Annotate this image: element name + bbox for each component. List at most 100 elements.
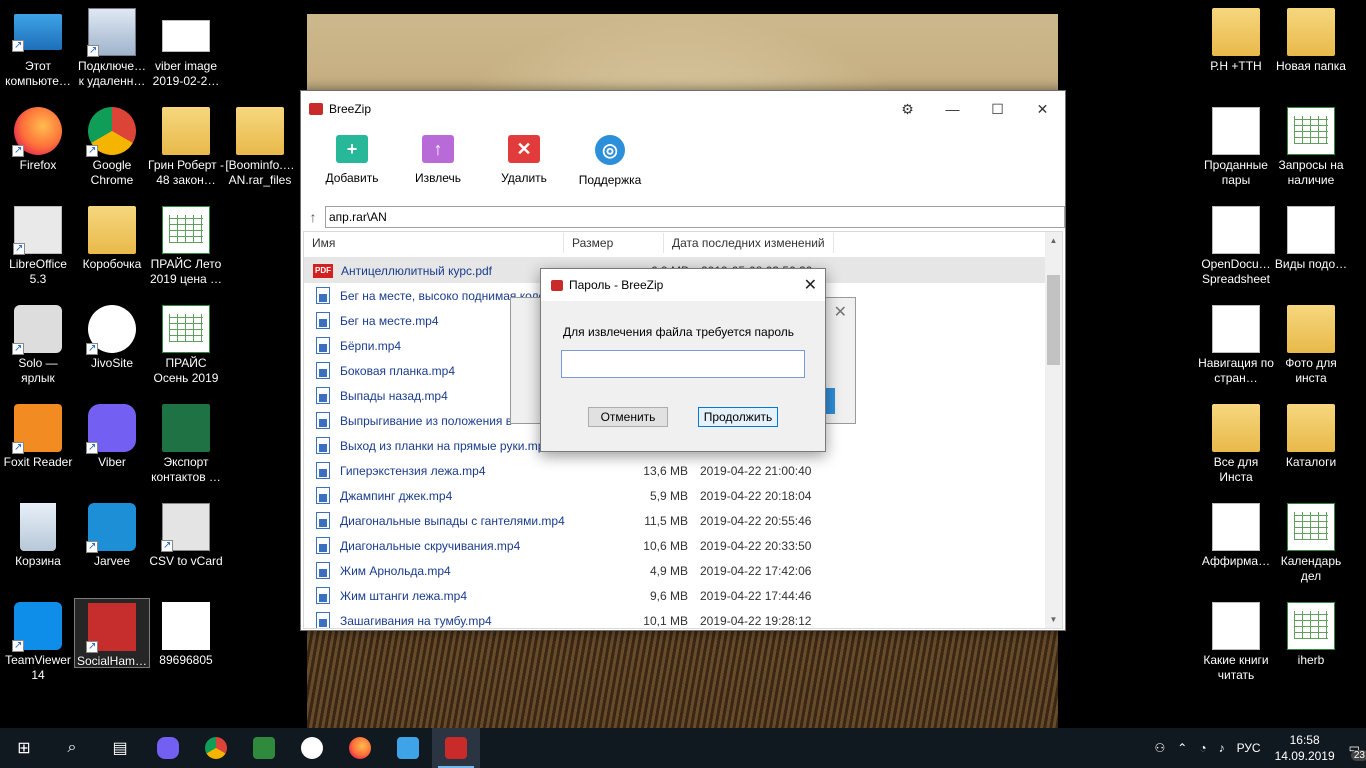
desktop-icon-opendocument[interactable]: OpenDocu… Spreadsheet [1198,206,1274,287]
notifications-icon[interactable]: ▭ 23 [1343,741,1366,761]
password-dialog-titlebar[interactable]: Пароль - BreeZip [541,269,825,301]
desktop-icon-teamviewer[interactable]: TeamViewer 14 [0,602,76,683]
clock[interactable]: 16:58 14.09.2019 [1267,732,1343,764]
desktop-icon-remote-desktop[interactable]: Подключе… к удаленн… [74,8,150,89]
file-row[interactable]: Жим штанги лежа.mp4 9,6 MB 2019-04-22 17:4… [304,583,1062,608]
taskbar-firefox[interactable] [336,728,384,768]
file-row[interactable]: Джампинг джек.mp4 5,9 MB 2019-04-22 20:18:… [304,483,1062,508]
desktop-icon-sold-pairs[interactable]: Проданные пары [1198,107,1274,188]
column-date-header[interactable]: Дата последних изменений [664,233,834,253]
column-size-header[interactable]: Размер [564,233,664,253]
desktop-icon-viber-image[interactable]: viber image 2019-02-2… [148,8,224,89]
delete-button[interactable]: ✕ Удалить [481,127,567,205]
password-input[interactable] [561,350,805,378]
taskbar-computer[interactable] [384,728,432,768]
desktop-icon-export-contacts[interactable]: Экспорт контактов … [148,404,224,485]
desktop-icon-green-robert[interactable]: Грин Роберт - 48 закон… [148,107,224,188]
desktop-icon-csv-vcard[interactable]: CSV to vCard [148,503,224,569]
file-list-header: Имя Размер Дата последних изменений [304,232,1062,258]
add-button[interactable]: + Добавить [309,127,395,205]
wifi-icon[interactable]: ◔ [1193,741,1212,755]
desktop-icon-chrome[interactable]: Google Chrome [74,107,150,188]
video-file-icon [316,562,330,579]
video-file-icon [316,387,330,404]
extract-button[interactable]: ↑ Извлечь [395,127,481,205]
up-arrow-icon[interactable]: ↑ [301,209,325,225]
file-date: 2019-04-22 20:18:04 [700,488,812,503]
desktop-icon-solo[interactable]: Solo — ярлык [0,305,76,386]
desktop-icon-socialhammer[interactable]: SocialHam… [74,598,150,668]
desktop-icon-calendar[interactable]: Календарь дел [1273,503,1349,584]
folder-icon [1287,305,1335,353]
search-icon: ⌕ [67,739,77,756]
path-input[interactable] [325,206,1065,228]
file-row[interactable]: Жим Арнольда.mp4 4,9 MB 2019-04-22 17:42:0… [304,558,1062,583]
taskbar-spreadsheet[interactable] [240,728,288,768]
folder-icon [1287,8,1335,56]
minimize-button[interactable]: — [930,91,975,127]
taskbar-jivosite[interactable] [288,728,336,768]
maximize-button[interactable]: ☐ [975,91,1020,127]
desktop-icon-jivosite[interactable]: JivoSite [74,305,150,371]
tray-chevron-up-icon[interactable]: ⌃ [1171,741,1193,755]
desktop-icon-books[interactable]: Какие книги читать [1198,602,1274,683]
desktop-icon-new-folder[interactable]: Новая папка [1273,8,1349,74]
desktop-icon-recycle-bin[interactable]: Корзина [0,503,76,569]
desktop-icon-requests[interactable]: Запросы на наличие [1273,107,1349,188]
extract-folder-icon: ↑ [422,135,454,163]
desktop-icon-libreoffice[interactable]: LibreOffice 5.3 [0,206,76,287]
desktop-icon-iherb[interactable]: iherb [1273,602,1349,668]
scroll-down-arrow-icon[interactable]: ▼ [1045,611,1062,628]
file-row[interactable]: Зашагивания на тумбу.mp4 10,1 MB 2019-04-2… [304,608,1062,628]
taskbar-breezip[interactable] [432,728,480,768]
taskbar: ⊞ ⌕ ▤ ⚇ ⌃ ◔ ♪ РУС 16:58 14.09.2019 ▭ 23 [0,728,1366,768]
file-name: Жим Арнольда.mp4 [340,563,451,578]
language-indicator[interactable]: РУС [1231,741,1267,755]
desktop-icon-all-insta[interactable]: Все для Инста [1198,404,1274,485]
desktop-icon-viber[interactable]: Viber [74,404,150,470]
password-dialog-close-icon[interactable]: ✕ [804,275,817,295]
close-button[interactable]: ✕ [1020,91,1065,127]
desktop-icon-89696805[interactable]: 89696805 [148,602,224,668]
file-row[interactable]: Гиперэкстензия лежа.mp4 13,6 MB 2019-04-22… [304,458,1062,483]
desktop-icon-foxit[interactable]: Foxit Reader [0,404,76,470]
taskbar-viber[interactable] [144,728,192,768]
volume-icon[interactable]: ♪ [1213,741,1231,755]
video-file-icon [316,362,330,379]
video-file-icon [316,287,330,304]
scroll-up-arrow-icon[interactable]: ▲ [1045,232,1062,249]
desktop-icon-firefox[interactable]: Firefox [0,107,76,173]
desktop-icon-photo-insta[interactable]: Фото для инста [1273,305,1349,386]
support-button[interactable]: ◎ Поддержка [567,127,653,205]
file-row[interactable]: Диагональные скручивания.mp4 10,6 MB 2019-… [304,533,1062,558]
people-icon[interactable]: ⚇ [1148,741,1171,755]
settings-gear-icon[interactable]: ⚙ [885,91,930,127]
desktop-icon-vidy[interactable]: Виды подо… [1273,206,1349,272]
taskbar-chrome[interactable] [192,728,240,768]
desktop-icon-korobochka[interactable]: Коробочка [74,206,150,272]
support-label: Поддержка [578,173,642,187]
background-dialog-close-icon[interactable]: ✕ [834,302,847,322]
file-name: Зашагивания на тумбу.mp4 [340,613,492,628]
start-button[interactable]: ⊞ [0,728,48,768]
desktop-icon-this-pc[interactable]: Этот компьюте… [0,8,76,89]
document-icon [1212,602,1260,650]
desktop-icon-affirm[interactable]: Аффирма… [1198,503,1274,569]
desktop-icon-catalogs[interactable]: Каталоги [1273,404,1349,470]
file-date: 2019-04-22 17:42:06 [700,563,812,578]
desktop-icon-rn-ttn[interactable]: Р.Н +ТТН [1198,8,1274,74]
file-row[interactable]: Диагональные выпады с гантелями.mp4 11,5 … [304,508,1062,533]
continue-button[interactable]: Продолжить [698,407,778,427]
desktop-icon-jarvee[interactable]: Jarvee [74,503,150,569]
task-view-button[interactable]: ▤ [96,728,144,768]
vertical-scrollbar[interactable]: ▲ ▼ [1045,232,1062,628]
desktop-icon-price-autumn[interactable]: ПРАЙС Осень 2019 [148,305,224,386]
scroll-thumb[interactable] [1047,275,1060,365]
column-name-header[interactable]: Имя [304,233,564,253]
desktop-icon-navigation[interactable]: Навигация по стран… [1198,305,1274,386]
desktop-icon-price-summer[interactable]: ПРАЙС Лето 2019 цена … [148,206,224,287]
search-button[interactable]: ⌕ [48,728,96,768]
document-icon [1212,206,1260,254]
desktop-icon-boominfo-folder[interactable]: [Boominfo.… AN.rar_files [222,107,298,188]
cancel-button[interactable]: Отменить [588,407,668,427]
